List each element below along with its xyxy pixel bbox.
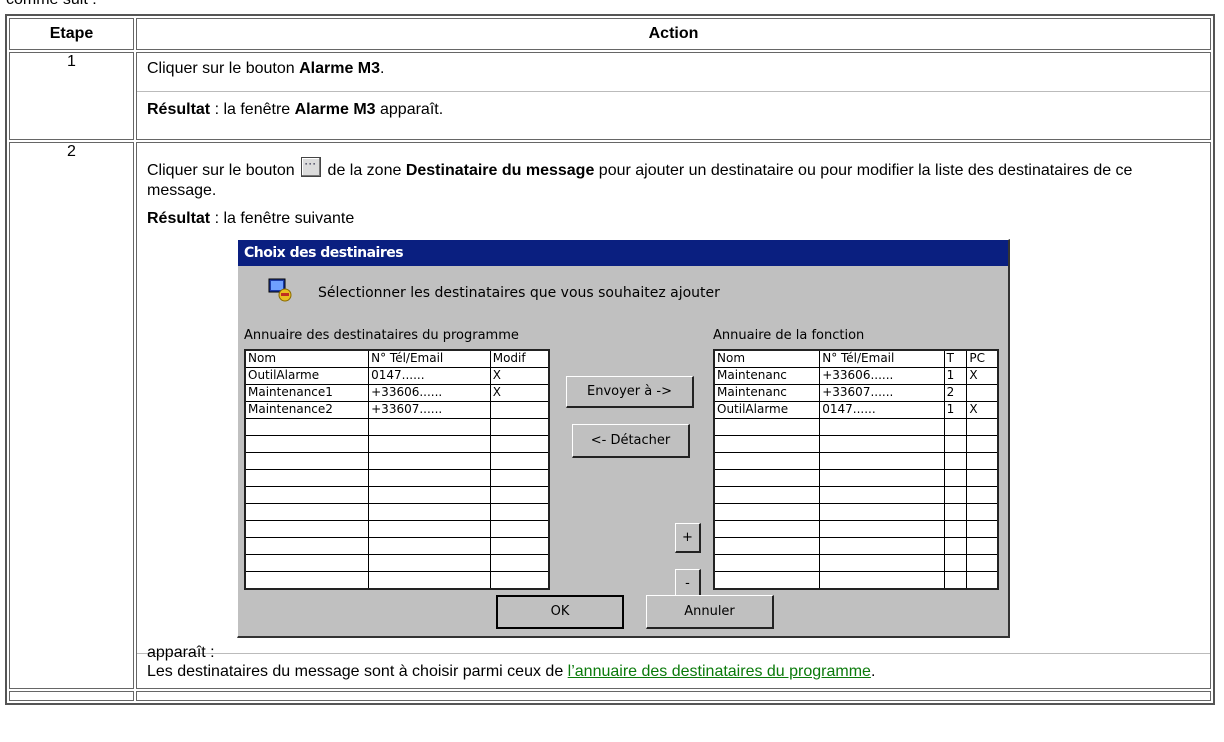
grid-header-row: Nom N° Tél/Email Modif xyxy=(244,349,550,368)
cell-nom[interactable]: Maintenanc xyxy=(713,367,821,385)
step-action-2: Cliquer sur le bouton de la zone Destina… xyxy=(136,142,1211,689)
cell-modif[interactable]: X xyxy=(489,367,550,385)
step1-instruction: Cliquer sur le bouton Alarme M3. xyxy=(147,60,385,77)
cell-tel[interactable]: +33606...... xyxy=(819,367,945,385)
grid-empty-row[interactable] xyxy=(244,554,550,572)
grid-empty-row[interactable] xyxy=(713,452,999,470)
grid-empty-row[interactable] xyxy=(713,418,999,436)
header-step: Etape xyxy=(9,18,134,50)
grid-empty-row[interactable] xyxy=(713,486,999,504)
col-nom[interactable]: Nom xyxy=(244,349,370,368)
step2-appears: apparaît : xyxy=(147,644,215,661)
grid-header-row: Nom N° Tél/Email T PC xyxy=(713,349,999,368)
cell-pc[interactable]: X xyxy=(966,367,999,385)
cell-tel[interactable]: +33607...... xyxy=(819,384,945,402)
cell-tel[interactable]: 0147...... xyxy=(819,401,945,419)
grid-empty-row[interactable] xyxy=(244,520,550,538)
col-tel-email[interactable]: N° Tél/Email xyxy=(819,349,945,368)
col-nom[interactable]: Nom xyxy=(713,349,821,368)
add-button[interactable]: + xyxy=(675,523,701,553)
grid-empty-row[interactable] xyxy=(713,554,999,572)
cell-tel[interactable]: +33606...... xyxy=(368,384,491,402)
ellipsis-button-icon xyxy=(301,153,322,177)
grid-row[interactable]: Maintenanc +33606...... 1 X xyxy=(713,367,999,385)
grid-empty-row[interactable] xyxy=(244,486,550,504)
grid-empty-row[interactable] xyxy=(713,537,999,555)
program-directory-label: Annuaire des destinataires du programme xyxy=(244,328,519,343)
grid-row[interactable]: OutilAlarme 0147...... X xyxy=(244,367,550,385)
ok-button[interactable]: OK xyxy=(496,595,624,629)
grid-row[interactable]: OutilAlarme 0147...... 1 X xyxy=(713,401,999,419)
step-row-2: 2 Cliquer sur le bouton de la zone Desti… xyxy=(9,142,1211,689)
cell-modif[interactable]: X xyxy=(489,384,550,402)
cell-t[interactable]: 1 xyxy=(943,401,968,419)
grid-empty-row[interactable] xyxy=(244,537,550,555)
dialog-prompt: Sélectionner les destinataires que vous … xyxy=(318,285,720,301)
step-number-1: 1 xyxy=(9,52,134,140)
step2-instruction: Cliquer sur le bouton de la zone Destina… xyxy=(147,153,1200,201)
cell-tel[interactable]: +33607...... xyxy=(368,401,491,419)
step-row-1: 1 Cliquer sur le bouton Alarme M3. Résul… xyxy=(9,52,1211,140)
cell-tel[interactable]: 0147...... xyxy=(368,367,491,385)
cell-modif[interactable] xyxy=(489,401,550,419)
step-action-1: Cliquer sur le bouton Alarme M3. Résulta… xyxy=(136,52,1211,140)
program-directory-link[interactable]: l’annuaire des destinataires du programm… xyxy=(568,663,871,680)
cell-nom[interactable]: Maintenance2 xyxy=(244,401,370,419)
step2-note: Les destinataires du message sont à choi… xyxy=(147,663,876,680)
dialog-title: Choix des destinaires xyxy=(238,240,1008,266)
grid-row[interactable]: Maintenanc +33607...... 2 xyxy=(713,384,999,402)
grid-row[interactable]: Maintenance2 +33607...... xyxy=(244,401,550,419)
grid-empty-row[interactable] xyxy=(244,435,550,453)
cell-nom[interactable]: Maintenanc xyxy=(713,384,821,402)
header-action: Action xyxy=(136,18,1211,50)
grid-empty-row[interactable] xyxy=(244,452,550,470)
step2-result: Résultat : la fenêtre suivante xyxy=(147,210,355,227)
grid-empty-row[interactable] xyxy=(244,571,550,590)
function-directory-label: Annuaire de la fonction xyxy=(713,328,865,343)
send-to-button[interactable]: Envoyer à -> xyxy=(566,376,694,408)
grid-empty-row[interactable] xyxy=(244,418,550,436)
step-row-3-partial xyxy=(9,691,1211,701)
dialog-screenshot: Choix des destinaires Sélectionner les d… xyxy=(147,239,1200,661)
cell-nom[interactable]: Maintenance1 xyxy=(244,384,370,402)
cell-pc[interactable]: X xyxy=(966,401,999,419)
step1-result: Résultat : la fenêtre Alarme M3 apparaît… xyxy=(147,101,444,118)
cancel-button[interactable]: Annuler xyxy=(646,595,774,629)
cell-t[interactable]: 2 xyxy=(943,384,968,402)
step-number-2: 2 xyxy=(9,142,134,689)
top-text-fragment: comme suit : xyxy=(6,0,97,9)
grid-empty-row[interactable] xyxy=(713,469,999,487)
grid-empty-row[interactable] xyxy=(244,503,550,521)
grid-empty-row[interactable] xyxy=(713,571,999,590)
cell-nom[interactable]: OutilAlarme xyxy=(244,367,370,385)
grid-row[interactable]: Maintenance1 +33606...... X xyxy=(244,384,550,402)
col-pc[interactable]: PC xyxy=(966,349,999,368)
cell-nom[interactable]: OutilAlarme xyxy=(713,401,821,419)
grid-empty-row[interactable] xyxy=(713,503,999,521)
choose-recipients-dialog: Choix des destinaires Sélectionner les d… xyxy=(237,239,1010,638)
header-row: Etape Action xyxy=(9,18,1211,50)
cell-pc[interactable] xyxy=(966,384,999,402)
function-directory-grid[interactable]: Nom N° Tél/Email T PC Maintenanc +33606..… xyxy=(713,349,999,590)
col-t[interactable]: T xyxy=(943,349,968,368)
col-tel-email[interactable]: N° Tél/Email xyxy=(368,349,491,368)
cell-t[interactable]: 1 xyxy=(943,367,968,385)
procedure-table: Etape Action 1 Cliquer sur le bouton Ala… xyxy=(5,14,1215,705)
recipients-icon xyxy=(268,278,292,302)
grid-empty-row[interactable] xyxy=(713,520,999,538)
col-modif[interactable]: Modif xyxy=(489,349,550,368)
program-directory-grid[interactable]: Nom N° Tél/Email Modif OutilAlarme 0147..… xyxy=(244,349,550,590)
detach-button[interactable]: <- Détacher xyxy=(572,424,690,458)
grid-empty-row[interactable] xyxy=(713,435,999,453)
grid-empty-row[interactable] xyxy=(244,469,550,487)
